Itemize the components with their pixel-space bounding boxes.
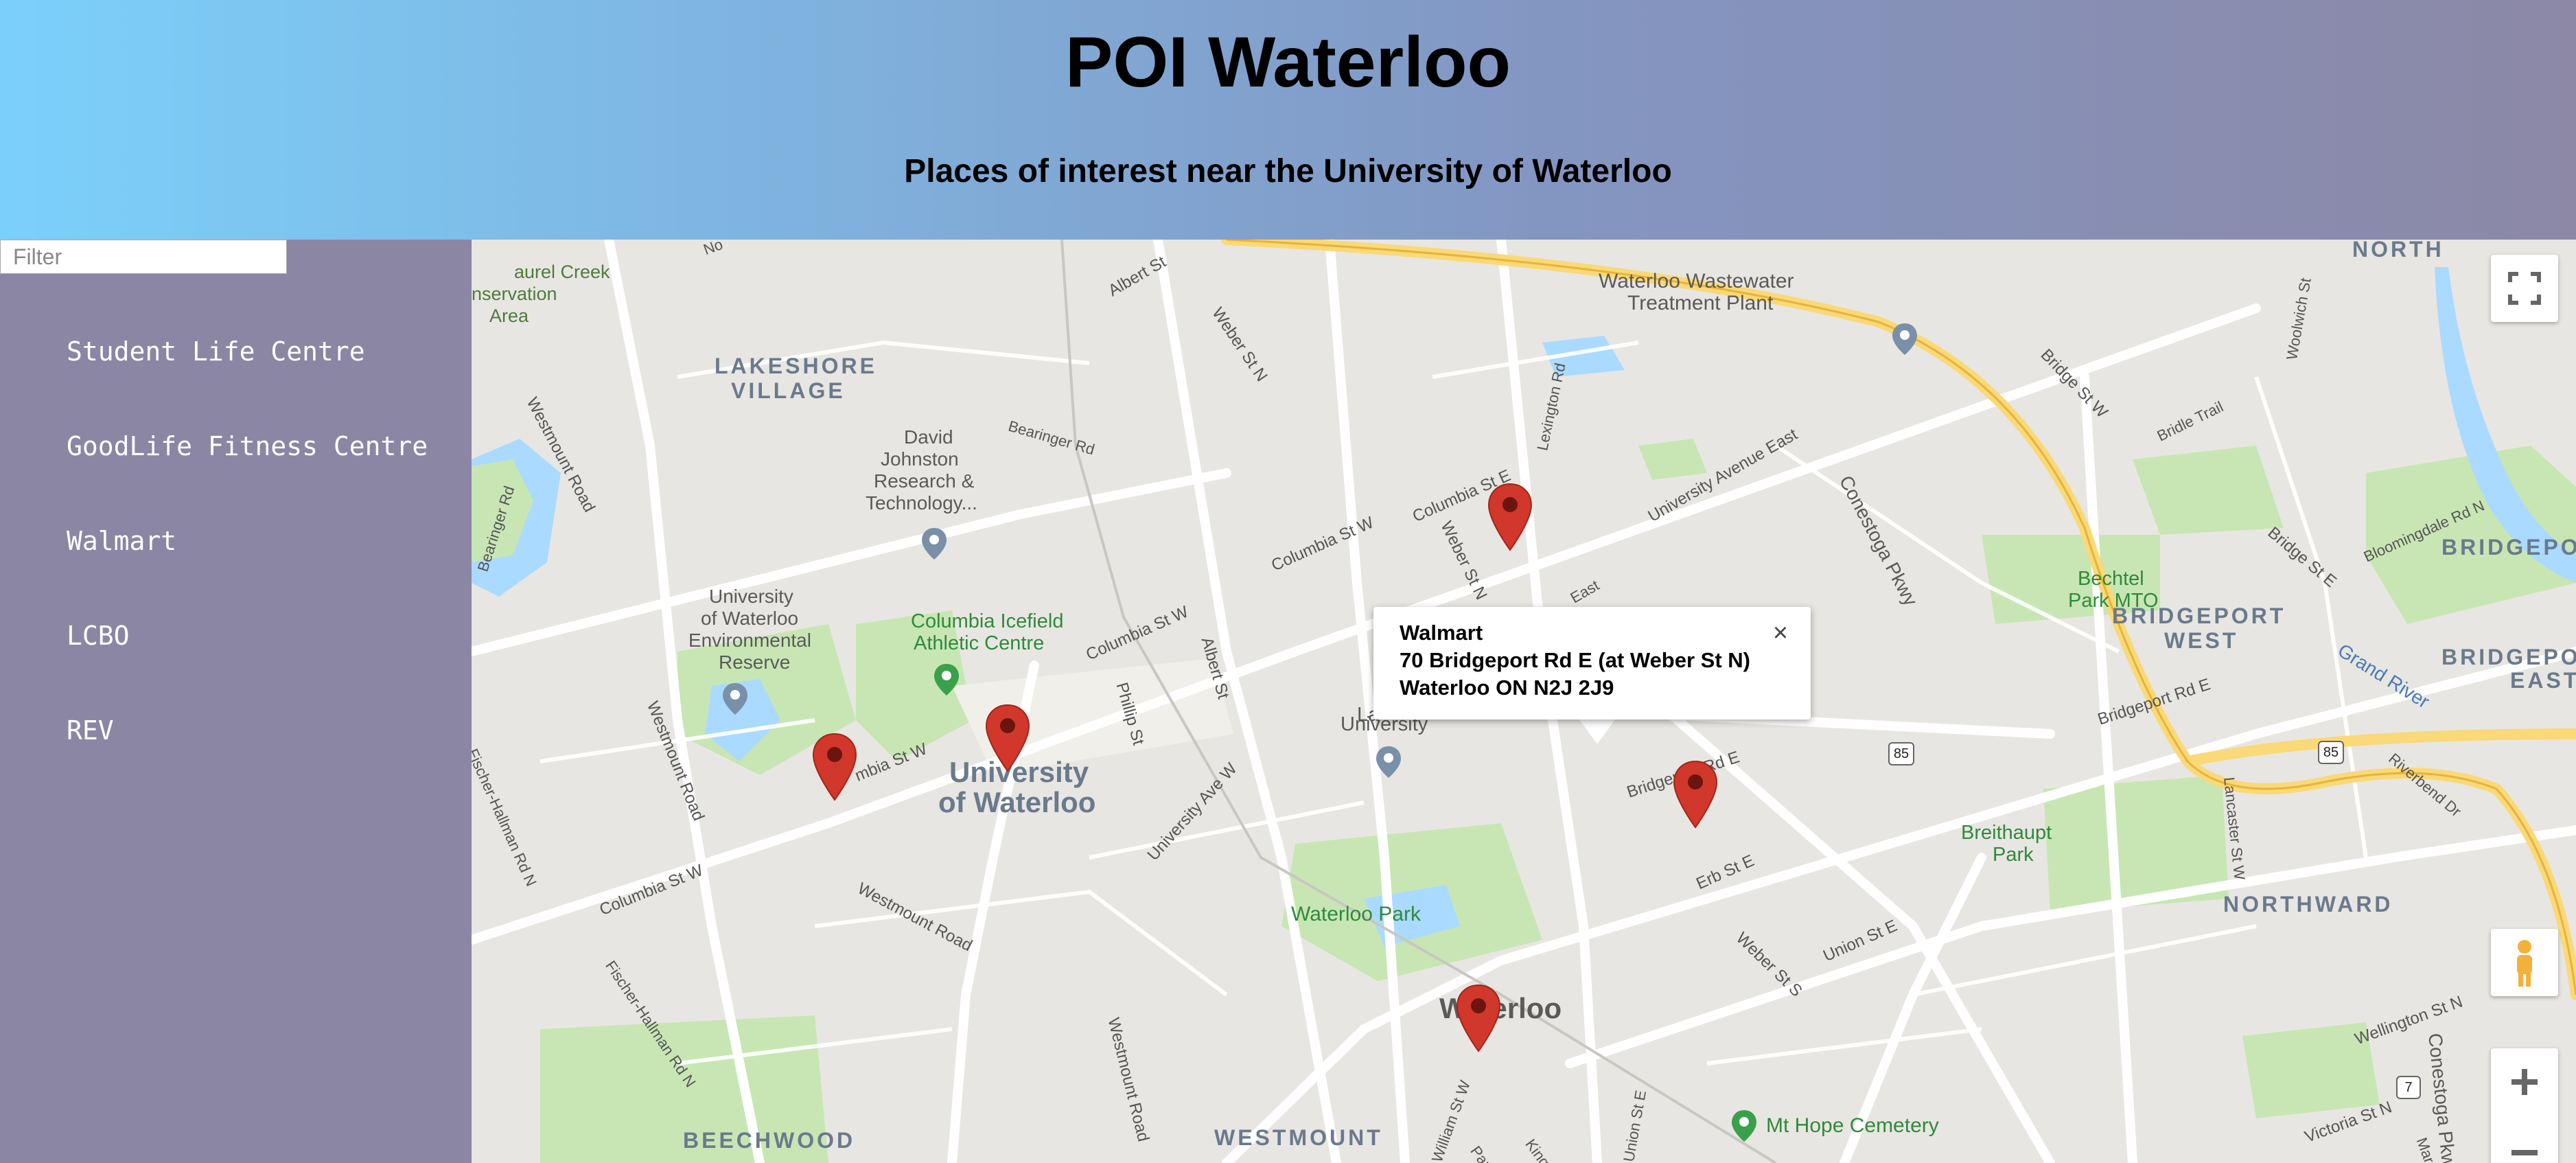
location-item-rev[interactable]: REV [67,715,114,746]
filter-input[interactable] [0,240,287,274]
map-marker-icon[interactable] [1456,984,1501,1052]
map-label-wastewater-1: Waterloo Wastewater [1599,270,1794,292]
location-item-lcbo[interactable]: LCBO [67,621,130,651]
close-icon[interactable]: × [1767,619,1794,647]
map-label-bridgeport-top: BRIDGEPO [2441,535,2576,560]
location-item-goodlife-fitness-centre[interactable]: GoodLife Fitness Centre [67,431,428,461]
map-marker-icon[interactable] [1487,483,1533,551]
map-label-waterloo-park: Waterloo Park [1291,903,1421,925]
map-label-bridgeport-west-1: BRIDGEPORT [2112,603,2286,628]
stadium-pin-icon [934,664,959,695]
fullscreen-icon [2508,272,2541,305]
page-title: POI Waterloo [1065,23,1511,102]
map-label-lakeshore: LAKESHORE [715,354,877,378]
map-label-village: VILLAGE [731,378,846,403]
map-label-north: NORTH [2352,240,2444,262]
map-label-david: David [904,426,953,448]
map-label-wastewater-2: Treatment Plant [1627,292,1774,314]
infowindow-address-line1: 70 Bridgeport Rd E (at Weber St N) [1400,648,1750,672]
zoom-control [2491,1048,2558,1163]
map-label-mt-hope: Mt Hope Cemetery [1766,1114,1939,1137]
university-pin-icon [1376,746,1401,778]
sidebar: Student Life Centre GoodLife Fitness Cen… [0,240,472,1163]
map-label-bridgeport-west-2: WEST [2164,628,2239,653]
infowindow-address-line2: Waterloo ON N2J 2J9 [1400,676,1614,700]
map-label-laurel-creek: aurel Creek [514,262,610,282]
map-label-research: Research & [874,470,975,492]
park-pin-icon [723,683,747,715]
map-label-uw-env-1: University [709,586,793,607]
map-label-bechtel-1: Bechtel [2078,568,2144,590]
street-view-button[interactable] [2491,929,2558,996]
cemetery-pin-icon [1732,1110,1756,1142]
highway-shield-85-a: 85 [1888,742,1914,765]
highway-shield-85-b: 85 [2318,741,2344,764]
page-subtitle: Places of interest near the University o… [904,153,1672,189]
infowindow-title: Walmart [1400,621,1483,645]
map-label-university-2: of Waterloo [938,786,1096,818]
map-label-northward: NORTHWARD [2223,892,2393,917]
location-item-student-life-centre[interactable]: Student Life Centre [67,336,365,367]
map-label-columbia-icefield-1: Columbia Icefield [911,610,1064,632]
school-pin-icon [922,528,947,560]
infowindow: Walmart 70 Bridgeport Rd E (at Weber St … [1373,607,1811,719]
header-banner: POI Waterloo Places of interest near the… [0,0,2576,240]
highway-shield-7: 7 [2396,1076,2421,1099]
map-label-bridgeport-east-1: BRIDGEPO [2441,645,2576,669]
map-label-breithaupt-2: Park [1993,844,2034,866]
location-item-walmart[interactable]: Walmart [67,526,176,556]
zoom-in-icon[interactable] [2491,1048,2558,1116]
poi-pin-icon [1892,323,1917,355]
map-label-westmount: WESTMOUNT [1214,1125,1383,1150]
map-label-conservation: nservation [472,284,557,304]
map-marker-icon[interactable] [1673,760,1718,829]
map-label-beechwood: BEECHWOOD [683,1128,856,1153]
map-label-columbia-icefield-2: Athletic Centre [914,632,1045,654]
map-label-area: Area [489,306,529,326]
map-label-technology: Technology... [866,492,977,514]
zoom-out-icon[interactable] [2491,1131,2558,1163]
map-label-uw-env-3: Environmental [688,630,811,651]
map-label-uw-env-4: Reserve [719,652,791,673]
map-label-uw-env-2: of Waterloo [701,608,799,629]
fullscreen-button[interactable] [2491,255,2558,322]
map-label-bridgeport-east-2: EAST [2510,668,2576,693]
map-marker-icon[interactable] [985,704,1030,772]
pegman-icon [2517,940,2532,987]
infowindow-tail [1579,719,1615,744]
map-canvas[interactable]: aurel Creek nservation Area LAKESHORE VI… [472,240,2576,1163]
map-label-breithaupt-1: Breithaupt [1961,822,2052,844]
map-marker-icon[interactable] [812,733,857,801]
map-label-johnston: Johnston [881,448,959,470]
